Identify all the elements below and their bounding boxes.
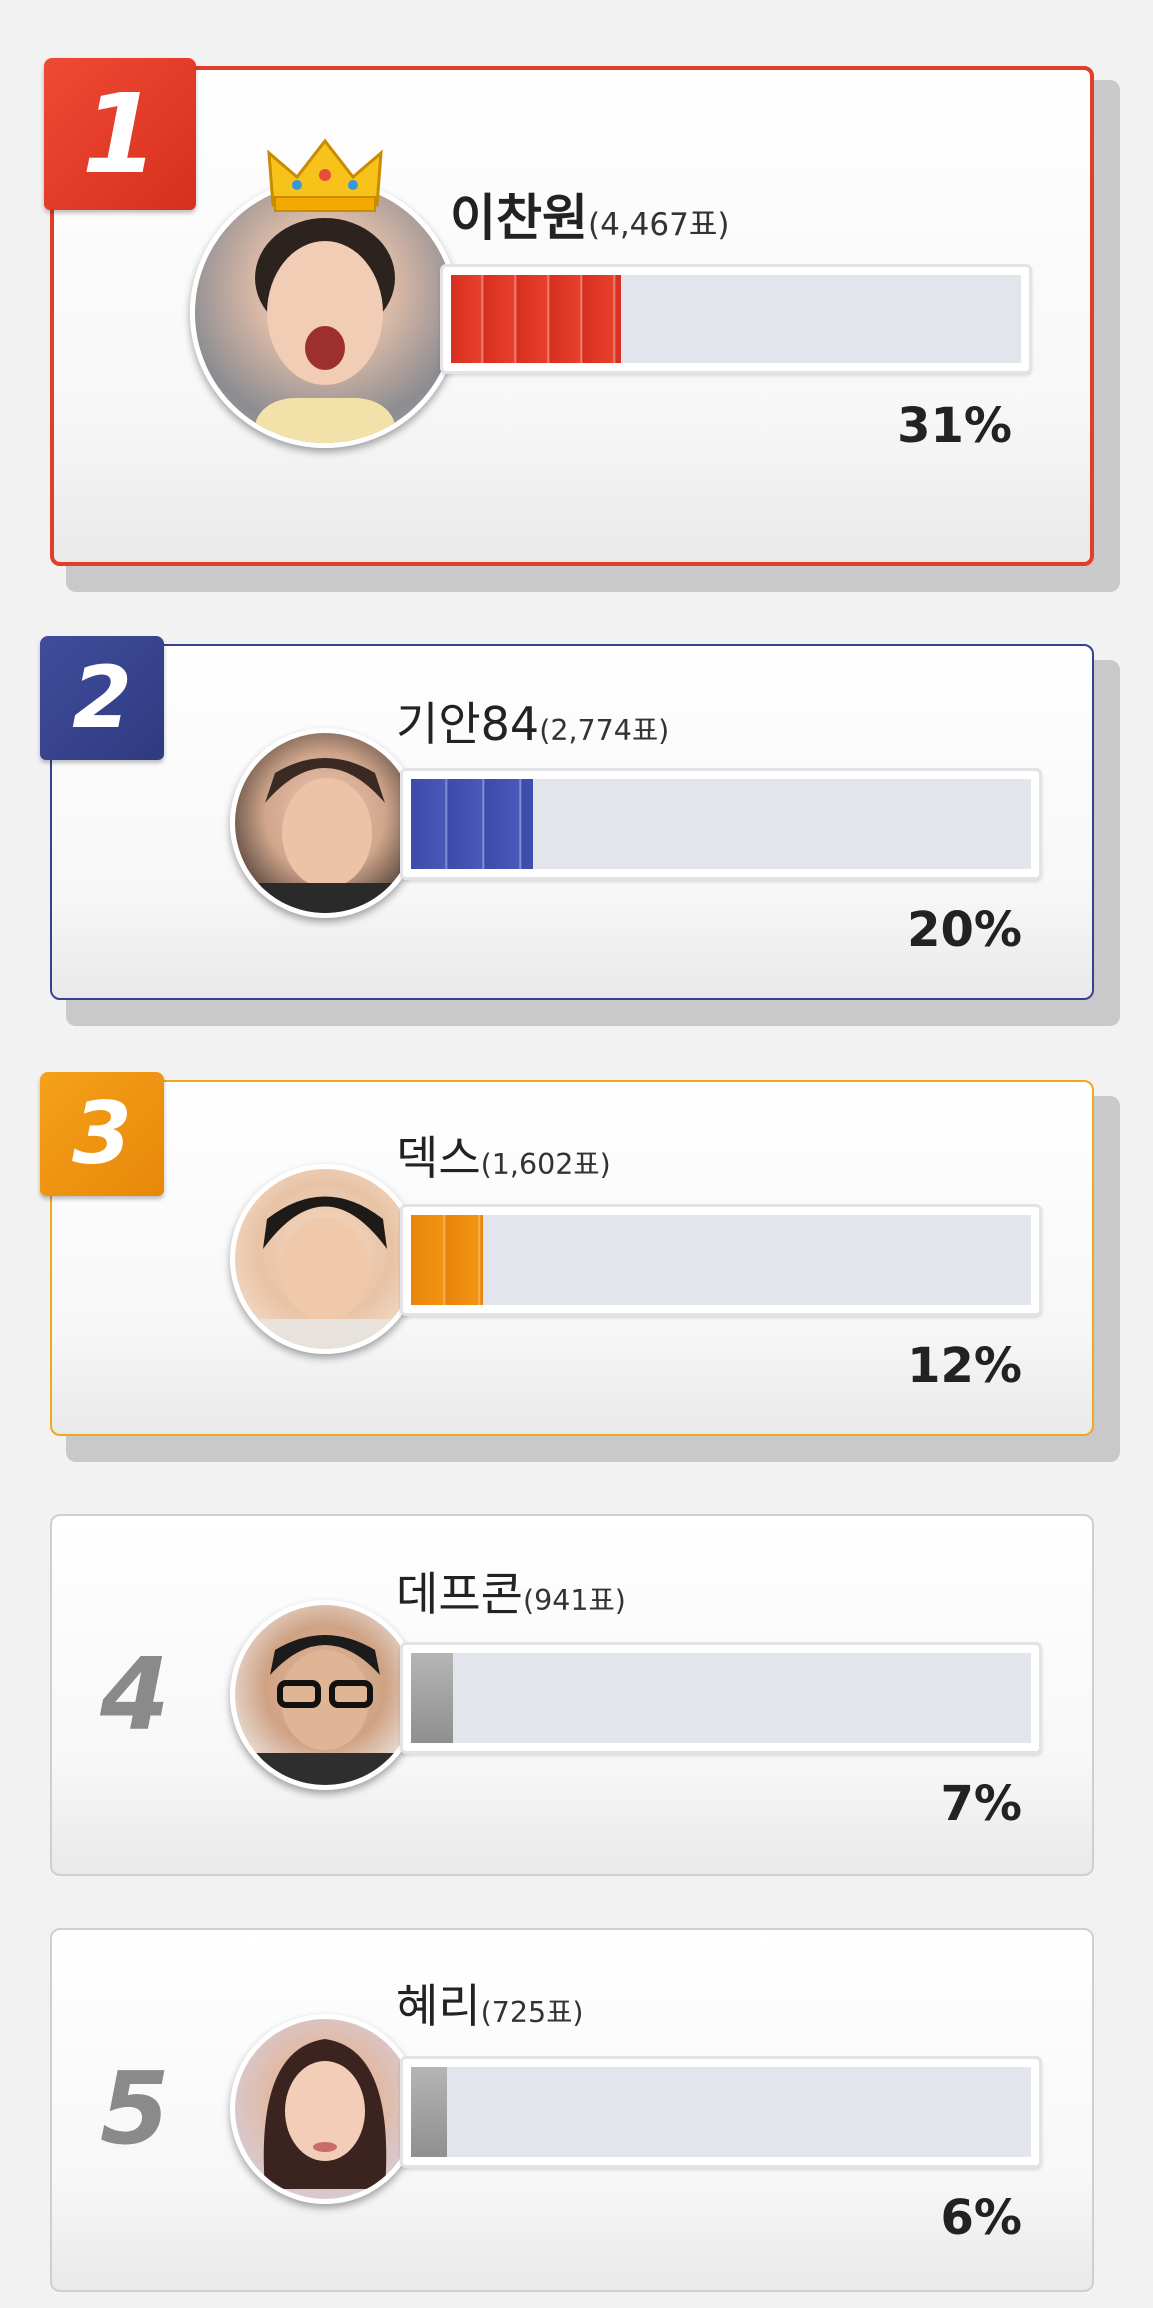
person-photo-icon [255, 218, 395, 443]
rank-badge-3: 3 [40, 1072, 164, 1196]
candidate-name: 이찬원(4,467표) [450, 178, 729, 250]
rank-number: 1 [81, 70, 159, 198]
rank-number: 4 [100, 1636, 170, 1753]
progress-bar [400, 768, 1042, 880]
person-photo-icon [263, 2039, 387, 2189]
person-photo-icon [260, 1196, 390, 1349]
candidate-name: 기안84(2,774표) [396, 688, 669, 754]
progress-bar [400, 1204, 1042, 1316]
percent-label: 7% [940, 1776, 1023, 1832]
avatar [230, 728, 420, 918]
name-text: 덱스 [396, 1131, 481, 1185]
candidate-name: 데프콘(941표) [396, 1558, 626, 1624]
crown-icon [267, 138, 383, 212]
progress-fill [411, 779, 533, 869]
name-text: 기안84 [396, 697, 540, 751]
progress-bar [400, 1642, 1042, 1754]
percent-label: 6% [940, 2190, 1023, 2246]
rank-number: 2 [72, 648, 132, 748]
candidate-name: 혜리(725표) [396, 1970, 584, 2036]
progress-fill [411, 2067, 447, 2157]
rank-badge-1: 1 [44, 58, 196, 210]
vote-count: (2,774표) [539, 714, 670, 747]
name-text: 이찬원 [450, 189, 588, 247]
progress-bar [440, 264, 1032, 374]
name-text: 혜리 [396, 1979, 481, 2033]
percent-label: 31% [897, 398, 1012, 454]
person-photo-icon [255, 1635, 395, 1785]
vote-count: (725표) [480, 1996, 584, 2029]
candidate-name: 덱스(1,602표) [396, 1122, 611, 1188]
vote-count: (4,467표) [588, 207, 730, 243]
percent-label: 20% [907, 902, 1022, 958]
rank-badge-2: 2 [40, 636, 164, 760]
vote-count: (941표) [522, 1584, 626, 1617]
avatar [230, 2014, 420, 2204]
avatar [230, 1164, 420, 1354]
person-photo-icon [255, 758, 395, 913]
progress-fill [451, 275, 621, 363]
avatar [190, 178, 460, 448]
percent-label: 12% [907, 1338, 1022, 1394]
vote-count: (1,602표) [480, 1148, 611, 1181]
avatar [230, 1600, 420, 1790]
name-text: 데프콘 [396, 1567, 523, 1621]
progress-fill [411, 1215, 483, 1305]
progress-fill [411, 1653, 453, 1743]
progress-bar [400, 2056, 1042, 2168]
rank-number: 3 [72, 1084, 132, 1184]
rank-number: 5 [100, 2050, 170, 2167]
